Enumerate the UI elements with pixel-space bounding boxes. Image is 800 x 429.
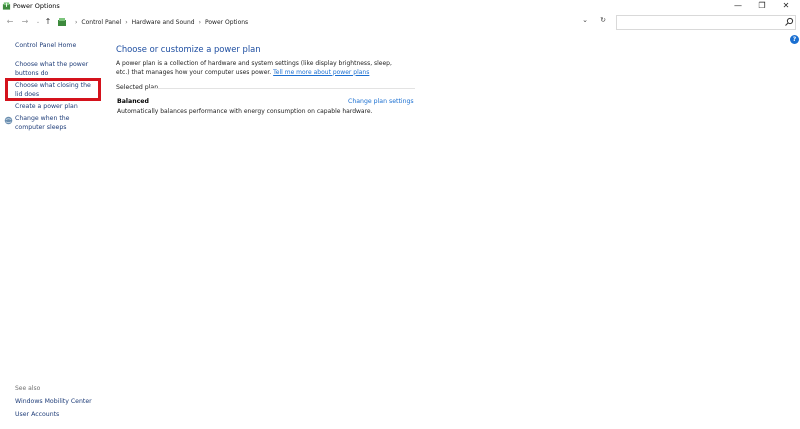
search-input[interactable] <box>616 15 796 30</box>
sidebar-item-create-power-plan[interactable]: Create a power plan <box>15 103 100 112</box>
breadcrumb-control-panel[interactable]: Control Panel <box>81 19 121 26</box>
divider <box>149 88 415 89</box>
breadcrumb-hardware-and-sound[interactable]: Hardware and Sound <box>132 19 195 26</box>
sidebar-item-power-buttons[interactable]: Choose what the power buttons do <box>15 61 100 78</box>
sidebar-item-closing-lid[interactable]: Choose what closing the lid does <box>15 82 100 99</box>
breadcrumb-separator-icon: › <box>75 18 78 26</box>
forward-arrow-icon[interactable]: → <box>19 16 31 28</box>
up-arrow-icon[interactable]: ↑ <box>42 16 54 28</box>
sidebar: Control Panel Home Choose what the power… <box>0 38 110 429</box>
sidebar-item-windows-mobility-center[interactable]: Windows Mobility Center <box>15 398 92 407</box>
tell-me-more-link[interactable]: Tell me more about power plans <box>273 69 369 76</box>
plan-name: Balanced <box>117 98 149 105</box>
power-options-icon <box>2 2 11 10</box>
see-also-label: See also <box>15 385 41 392</box>
control-panel-icon <box>58 18 66 26</box>
page-title: Choose or customize a power plan <box>116 44 261 54</box>
address-bar[interactable]: › Control Panel › Hardware and Sound › P… <box>55 14 611 30</box>
sidebar-item-computer-sleeps[interactable]: Change when the computer sleeps <box>15 115 100 132</box>
address-dropdown-chevron-icon[interactable]: ⌄ <box>580 16 590 28</box>
search-icon[interactable] <box>784 17 794 27</box>
sidebar-item-control-panel-home[interactable]: Control Panel Home <box>15 42 76 51</box>
change-plan-settings-link[interactable]: Change plan settings <box>348 98 414 105</box>
breadcrumb-power-options[interactable]: Power Options <box>205 19 248 26</box>
title-bar: Power Options — ❐ ✕ <box>0 0 800 13</box>
sidebar-item-user-accounts[interactable]: User Accounts <box>15 411 59 420</box>
refresh-icon[interactable]: ↻ <box>597 16 609 28</box>
breadcrumb-separator-icon[interactable]: › <box>125 19 127 26</box>
window-title: Power Options <box>13 2 60 10</box>
back-arrow-icon[interactable]: ← <box>4 16 16 28</box>
breadcrumb-separator-icon[interactable]: › <box>199 19 201 26</box>
plan-description: Automatically balances performance with … <box>117 108 373 115</box>
close-button[interactable]: ✕ <box>772 0 800 13</box>
help-icon[interactable]: ? <box>790 35 799 44</box>
page-description: A power plan is a collection of hardware… <box>116 60 406 77</box>
sleep-globe-icon <box>4 116 13 125</box>
